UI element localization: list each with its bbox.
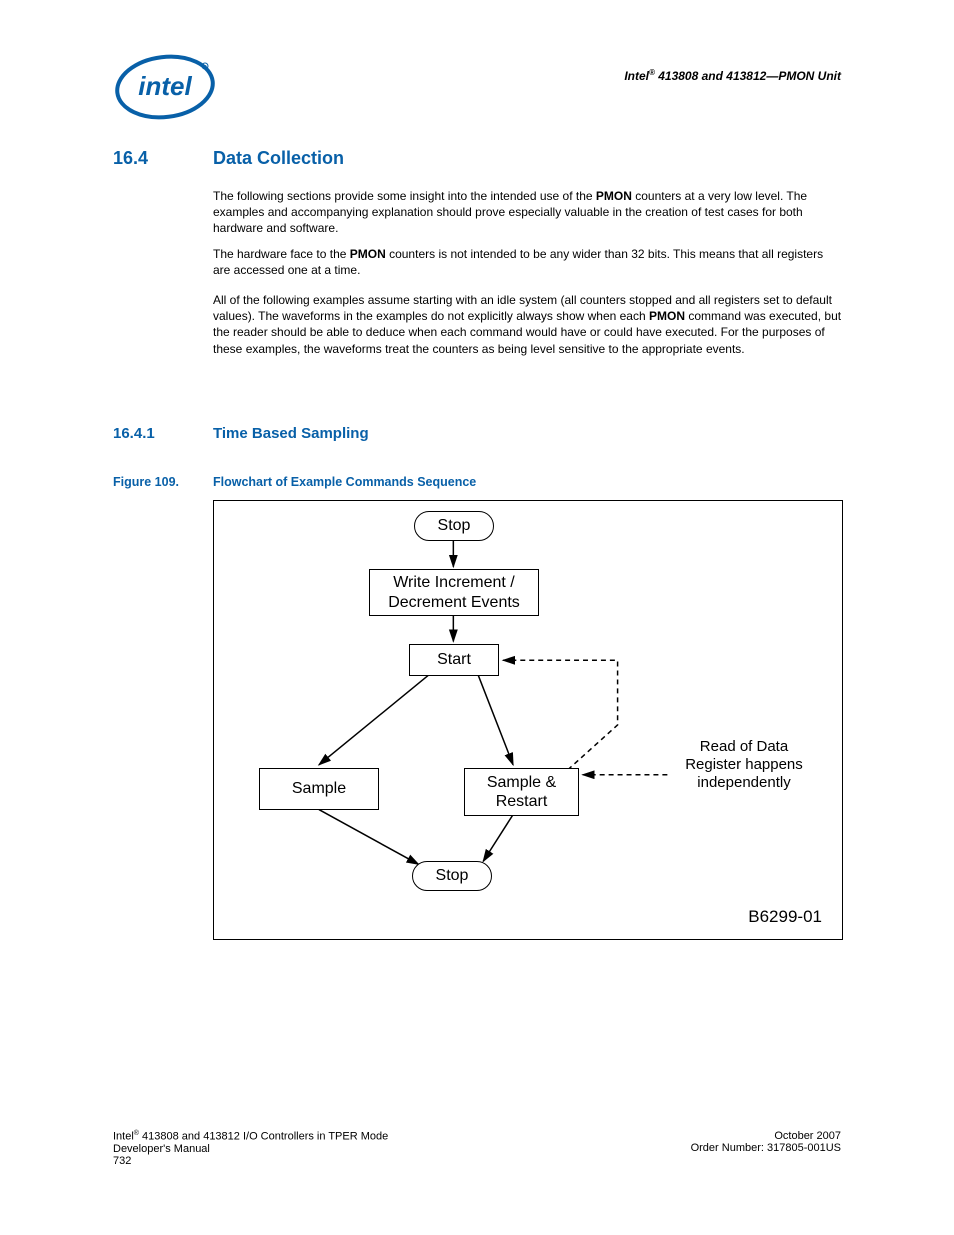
subsection-title-text: Time Based Sampling <box>213 425 369 442</box>
figure-id: B6299-01 <box>748 907 822 927</box>
footer-left: Intel® 413808 and 413812 I/O Controllers… <box>113 1130 388 1167</box>
section-title-text: Data Collection <box>213 148 344 168</box>
flowchart-node-stop-top: Stop <box>414 511 494 541</box>
svg-text:intel: intel <box>138 71 192 101</box>
flowchart-connectors <box>214 501 842 939</box>
flowchart-node-write-events: Write Increment / Decrement Events <box>369 569 539 616</box>
flowchart-node-stop-bottom: Stop <box>412 861 492 891</box>
page-footer: Intel® 413808 and 413812 I/O Controllers… <box>113 1130 841 1167</box>
body-paragraph: All of the following examples assume sta… <box>213 292 843 357</box>
section-number: 16.4 <box>113 148 213 169</box>
figure-number: Figure 109. <box>113 475 213 489</box>
flowchart-node-sample-restart: Sample & Restart <box>464 768 579 816</box>
svg-text:R: R <box>203 65 207 71</box>
flowchart-node-start: Start <box>409 644 499 676</box>
flowchart-node-sample: Sample <box>259 768 379 810</box>
subsection-number: 16.4.1 <box>113 425 213 442</box>
flowchart-frame: Stop Write Increment / Decrement Events … <box>213 500 843 940</box>
footer-right: October 2007 Order Number: 317805-001US <box>691 1130 841 1167</box>
section-heading: 16.4Data Collection <box>113 148 843 169</box>
subsection-heading: 16.4.1Time Based Sampling <box>113 425 369 443</box>
figure-caption-text: Flowchart of Example Commands Sequence <box>213 475 476 489</box>
page-header: Intel® 413808 and 413812—PMON Unit <box>624 68 841 83</box>
body-paragraph: The following sections provide some insi… <box>213 188 843 237</box>
figure-caption: Figure 109.Flowchart of Example Commands… <box>113 475 476 489</box>
body-paragraph: The hardware face to the PMON counters i… <box>213 246 843 278</box>
flowchart-note: Read of Data Register happens independen… <box>669 738 819 792</box>
intel-logo: intel R <box>113 52 218 122</box>
